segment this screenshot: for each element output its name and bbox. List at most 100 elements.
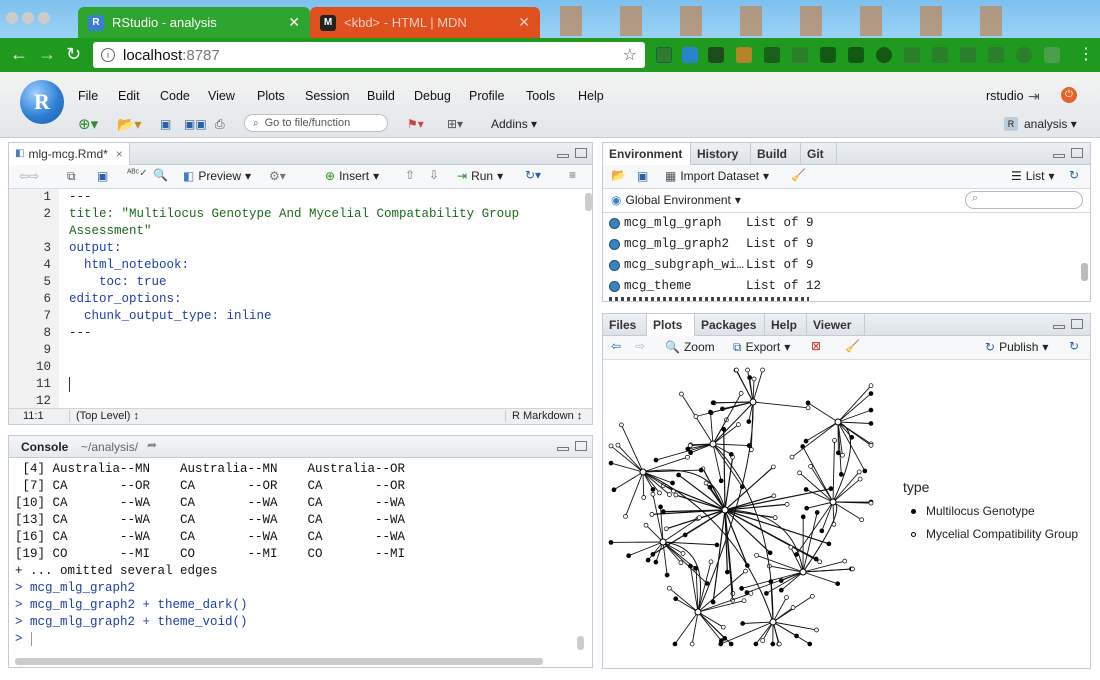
load-workspace-icon[interactable]: 📂	[611, 168, 626, 182]
export-button[interactable]: ⧉ Export ▾	[733, 340, 790, 355]
close-icon[interactable]: ✕	[288, 14, 300, 31]
extension-icon[interactable]	[792, 47, 808, 63]
minimize-icon[interactable]	[1053, 154, 1065, 158]
code-line[interactable]: 7 chunk_output_type: inline	[9, 308, 271, 325]
expand-icon[interactable]	[609, 260, 620, 271]
browser-menu-icon[interactable]: ⋮	[1078, 44, 1094, 64]
menu-debug[interactable]: Debug	[414, 89, 451, 103]
environment-row[interactable]: mcg_mlg_graph List of 9	[609, 213, 814, 234]
code-line[interactable]: 10	[9, 359, 69, 376]
forward-icon[interactable]: →	[38, 44, 56, 65]
save-all-icon[interactable]: ▣▣	[184, 115, 207, 133]
expand-icon[interactable]	[609, 239, 620, 250]
environment-scrollbar[interactable]	[1081, 263, 1088, 281]
menu-edit[interactable]: Edit	[118, 89, 140, 103]
console-h-scrollbar[interactable]	[15, 658, 543, 665]
power-icon[interactable]: ⏻	[1061, 87, 1077, 103]
extension-icon[interactable]	[932, 47, 948, 63]
tab-mdn[interactable]: M <kbd> - HTML | MDN ✕	[310, 7, 540, 38]
insert-chunk-button[interactable]: ⊕ Insert ▾	[325, 169, 379, 183]
tab-rstudio[interactable]: R RStudio - analysis ✕	[78, 7, 310, 38]
reload-icon[interactable]: ↻	[66, 44, 81, 65]
code-line[interactable]: 4 html_notebook:	[9, 257, 189, 274]
environment-search-input[interactable]: ⌕	[965, 191, 1083, 209]
save-icon[interactable]: ▣	[97, 169, 108, 183]
bookmark-star-icon[interactable]: ☆	[623, 45, 637, 65]
preview-button[interactable]: ◧ Preview ▾	[183, 169, 251, 183]
import-dataset-button[interactable]: ▦ Import Dataset ▾	[665, 169, 769, 183]
broom-icon[interactable]: 🧹	[845, 339, 860, 353]
zoom-button[interactable]: 🔍 Zoom	[665, 340, 715, 354]
minimize-icon[interactable]	[1053, 325, 1065, 329]
goto-dir-icon[interactable]: ➦	[147, 438, 157, 452]
pane-layout-icon[interactable]: ⊞▾	[447, 115, 463, 133]
extension-icon[interactable]	[736, 47, 752, 63]
back-arrow-icon[interactable]: ⇦⇨	[19, 169, 39, 183]
close-icon[interactable]: ×	[116, 143, 123, 165]
extension-icon[interactable]	[764, 47, 780, 63]
tab-build[interactable]: Build	[751, 143, 801, 165]
menu-session[interactable]: Session	[305, 89, 349, 103]
code-line[interactable]: 9	[9, 342, 69, 359]
code-line[interactable]: 2 title: "Multilocus Genotype And Mycelia…	[9, 206, 519, 223]
extension-icon[interactable]	[708, 47, 724, 63]
minimize-icon[interactable]	[557, 447, 569, 451]
spellcheck-icon[interactable]: ᴬᴮᶜ✓	[127, 168, 148, 179]
menu-tools[interactable]: Tools	[526, 89, 555, 103]
show-in-window-icon[interactable]: ⧉	[67, 169, 76, 184]
tab-plots[interactable]: Plots	[647, 314, 695, 336]
file-type-selector[interactable]: R Markdown ↕	[505, 410, 582, 422]
code-line[interactable]: Assessment"	[9, 223, 152, 240]
menu-file[interactable]: File	[78, 89, 98, 103]
window-controls[interactable]	[0, 12, 60, 26]
extension-icon[interactable]	[1016, 47, 1032, 63]
close-icon[interactable]: ✕	[518, 14, 530, 31]
back-icon[interactable]: ←	[10, 44, 28, 65]
maximize-icon[interactable]	[1071, 148, 1083, 158]
maximize-icon[interactable]	[1071, 319, 1083, 329]
new-file-icon[interactable]: ⊕▾	[78, 115, 98, 133]
save-icon[interactable]: ▣	[637, 169, 648, 183]
menu-code[interactable]: Code	[160, 89, 190, 103]
rerun-icon[interactable]: ↻▾	[525, 168, 541, 182]
git-icon[interactable]: ⚑▾	[407, 115, 424, 133]
extension-icon[interactable]	[682, 47, 698, 63]
editor-scrollbar[interactable]	[585, 193, 592, 211]
remove-plot-icon[interactable]: ⊠	[811, 339, 821, 353]
refresh-icon[interactable]: ↻	[1069, 339, 1079, 353]
menu-plots[interactable]: Plots	[257, 89, 285, 103]
code-line[interactable]: 8 ---	[9, 325, 91, 342]
code-line[interactable]: 3 output:	[9, 240, 121, 257]
sign-out-icon[interactable]: ⇥	[1028, 88, 1040, 105]
save-icon[interactable]: ▣	[160, 115, 171, 133]
info-icon[interactable]: i	[101, 48, 115, 62]
code-line[interactable]: 11	[9, 376, 69, 393]
address-bar[interactable]: i localhost:8787 ☆	[93, 42, 645, 68]
expand-icon[interactable]	[609, 218, 620, 229]
print-icon[interactable]: ⎙	[215, 115, 225, 133]
extension-icon[interactable]	[988, 47, 1004, 63]
scope-selector[interactable]: (Top Level) ↕	[69, 410, 139, 422]
environment-row[interactable]: mcg_mlg_graph2 List of 9	[609, 234, 814, 255]
run-button[interactable]: ⇥ Run ▾	[457, 169, 503, 183]
broom-icon[interactable]: 🧹	[791, 168, 806, 182]
outline-icon[interactable]: ≡	[569, 168, 576, 182]
maximize-icon[interactable]	[575, 441, 587, 451]
tab-git[interactable]: Git	[801, 143, 837, 165]
settings-gear-icon[interactable]: ⚙▾	[269, 169, 286, 183]
tab-help[interactable]: Help	[765, 314, 807, 336]
tab-files[interactable]: Files	[603, 314, 647, 336]
code-line[interactable]: 5 toc: true	[9, 274, 166, 291]
extension-icon[interactable]	[876, 47, 892, 63]
next-plot-icon[interactable]: ⇨	[635, 339, 645, 353]
console-v-scrollbar[interactable]	[577, 636, 584, 650]
extension-icon[interactable]	[820, 47, 836, 63]
goto-file-input[interactable]: ⌕ Go to file/function	[244, 114, 388, 132]
expand-icon[interactable]	[609, 281, 620, 292]
maximize-icon[interactable]	[575, 148, 587, 158]
tab-viewer[interactable]: Viewer	[807, 314, 865, 336]
previous-plot-icon[interactable]: ⇦	[611, 339, 621, 353]
extension-icon[interactable]	[960, 47, 976, 63]
up-arrow-icon[interactable]: ⇧	[405, 168, 415, 182]
code-area[interactable]: 1 --- 2 title: "Multilocus Genotype And Myc…	[9, 189, 579, 408]
